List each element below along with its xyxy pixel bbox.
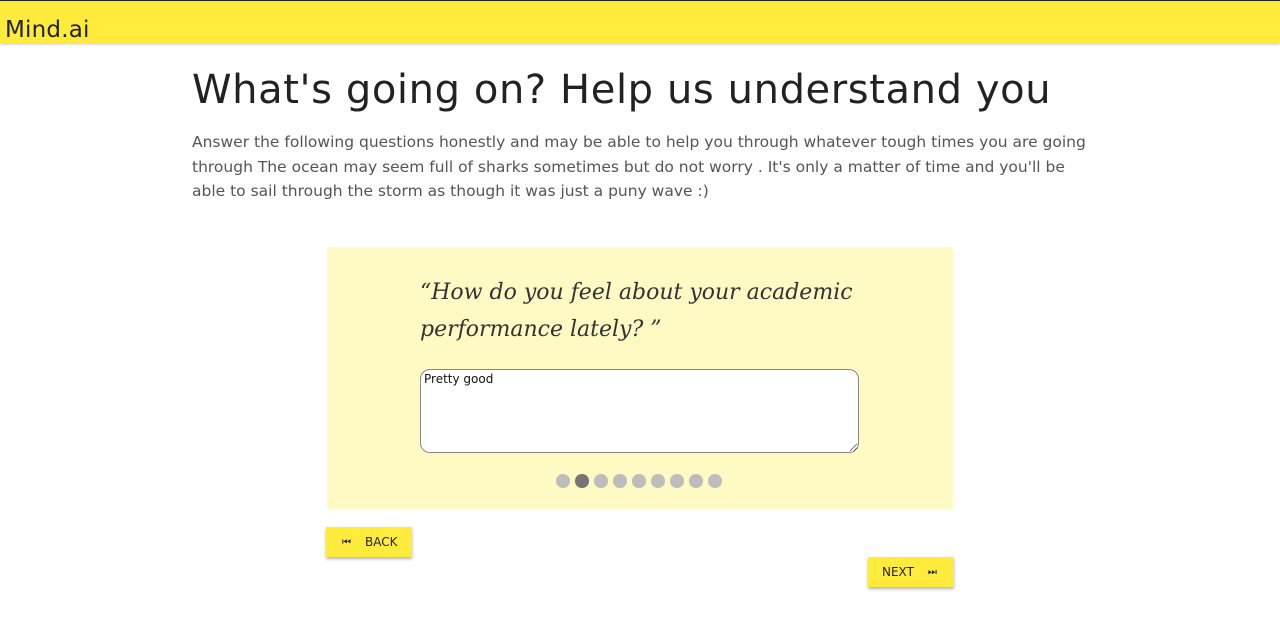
answer-textarea[interactable]: Pretty good [420, 369, 859, 453]
progress-dot[interactable] [651, 474, 665, 488]
progress-dot[interactable] [594, 474, 608, 488]
progress-dots [556, 474, 722, 488]
brand-logo[interactable]: Mind.ai [5, 16, 90, 44]
progress-dot[interactable] [670, 474, 684, 488]
page-title: What's going on? Help us understand you [192, 67, 1052, 113]
question-text: “How do you feel about your academic per… [420, 280, 853, 342]
progress-dot[interactable] [556, 474, 570, 488]
progress-dot[interactable] [708, 474, 722, 488]
back-button-label: BACK [365, 535, 398, 549]
back-button[interactable]: ⏮ BACK [326, 527, 412, 557]
intro-paragraph: Answer the following questions honestly … [192, 133, 1086, 200]
progress-dot[interactable] [575, 474, 589, 488]
next-button-label: NEXT [882, 565, 914, 579]
skip-previous-icon: ⏮ [342, 536, 351, 548]
progress-dot[interactable] [613, 474, 627, 488]
next-button[interactable]: NEXT ⏭ [868, 557, 954, 587]
progress-dot[interactable] [689, 474, 703, 488]
progress-dot[interactable] [632, 474, 646, 488]
skip-next-icon: ⏭ [927, 566, 937, 578]
top-app-bar: Mind.ai [0, 0, 1280, 43]
